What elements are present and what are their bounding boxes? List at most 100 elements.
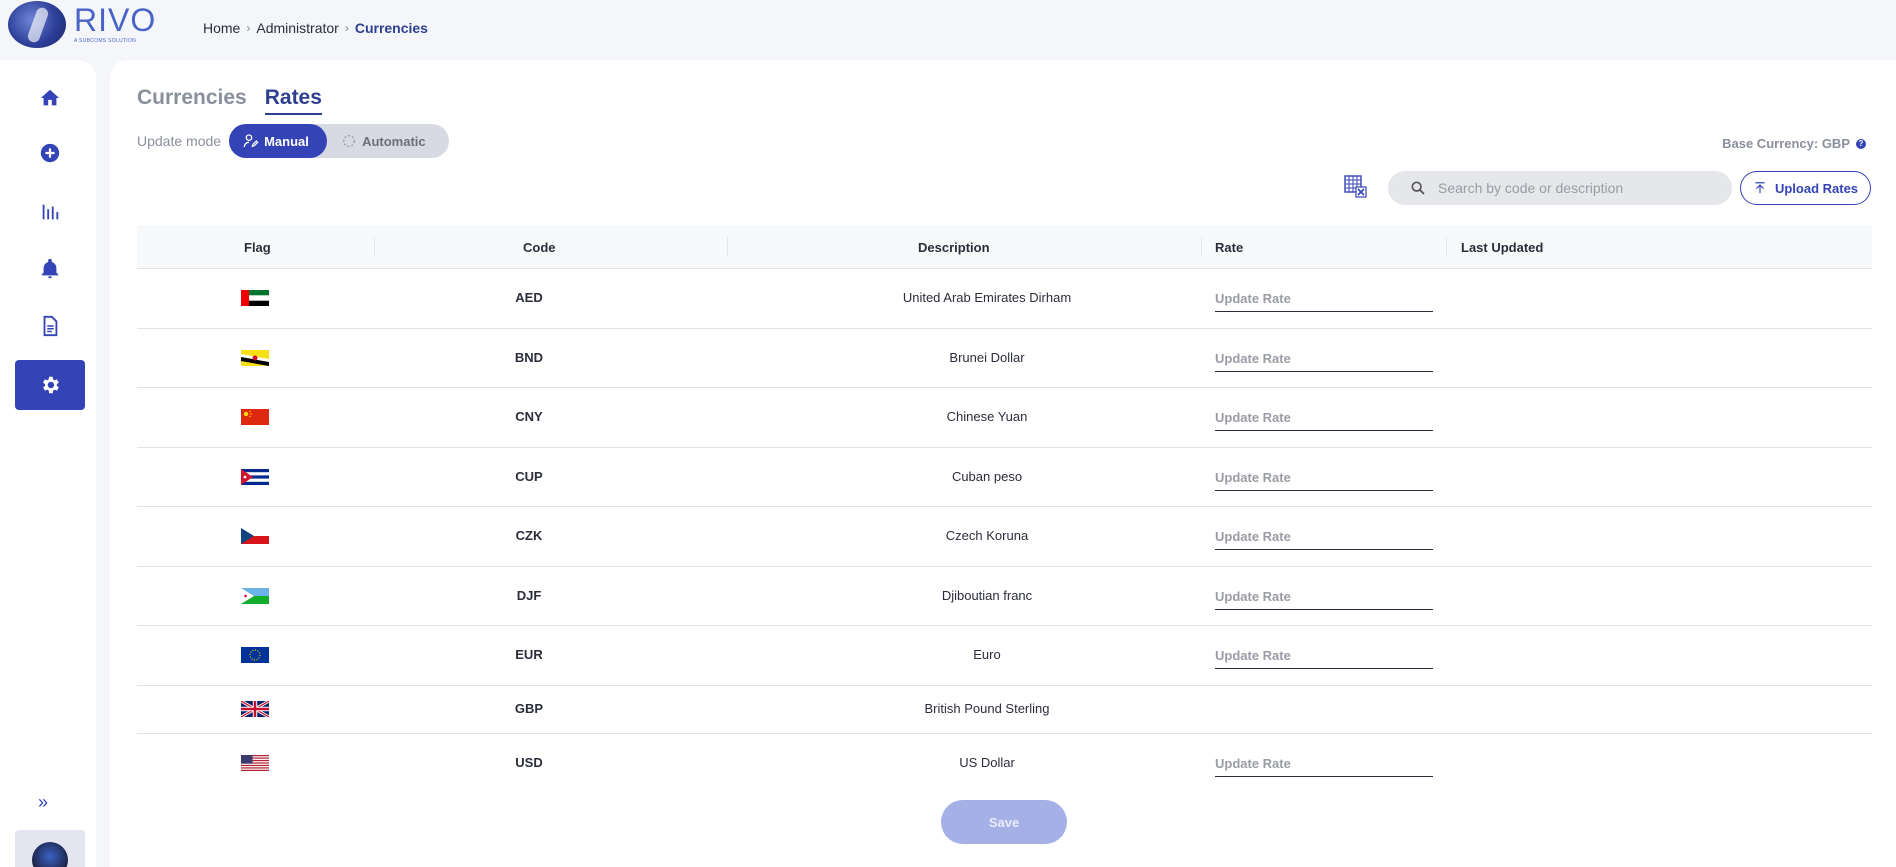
search-input[interactable] (1438, 180, 1698, 196)
help-icon[interactable]: ? (1856, 138, 1866, 149)
excel-export-icon[interactable] (1343, 174, 1367, 198)
rates-table: Flag Code Description Rate Last Updated … (137, 225, 1872, 793)
breadcrumb-home[interactable]: Home (203, 20, 240, 36)
flag-ae-icon (241, 290, 269, 307)
table-row: EUR Euro (137, 626, 1872, 686)
breadcrumb-administrator[interactable]: Administrator (256, 20, 338, 36)
column-divider (1201, 237, 1202, 257)
chevron-right-icon: › (344, 21, 349, 35)
sidebar: » (0, 60, 96, 867)
column-header-flag: Flag (244, 240, 271, 255)
bell-icon (41, 258, 59, 279)
bar-chart-icon (42, 204, 59, 220)
flag-us-icon (241, 755, 269, 772)
currency-code: AED (515, 290, 543, 306)
breadcrumb: Home › Administrator › Currencies (203, 20, 428, 36)
rate-input[interactable] (1215, 751, 1433, 778)
column-header-description: Description (918, 240, 990, 255)
app-logo[interactable]: RIVO A SUBCOMS SOLUTION (8, 0, 158, 48)
logo-text: RIVO (74, 2, 157, 38)
currency-description: Chinese Yuan (946, 409, 1028, 425)
home-icon (40, 89, 60, 106)
flag-eu-icon (241, 647, 269, 664)
table-row: CZK Czech Koruna (137, 507, 1872, 567)
rate-input[interactable] (1215, 524, 1433, 551)
save-button[interactable]: Save (941, 800, 1067, 844)
upload-rates-label: Upload Rates (1774, 180, 1859, 196)
currency-code: CUP (515, 468, 543, 484)
table-row: CUP Cuban peso (137, 448, 1872, 507)
sidebar-item-notifications[interactable] (15, 244, 85, 294)
sidebar-item-documents[interactable] (15, 301, 85, 351)
currency-code: CNY (515, 409, 543, 425)
automatic-option-label: Automatic (362, 133, 426, 149)
currency-description: Cuban peso (951, 468, 1023, 484)
logo-mark (8, 0, 66, 48)
rate-input[interactable] (1215, 583, 1433, 610)
table-row: CNY Chinese Yuan (137, 388, 1872, 448)
base-currency: Base Currency: GBP ? (1722, 136, 1866, 151)
upload-icon (1755, 182, 1765, 194)
breadcrumb-current: Currencies (354, 20, 428, 36)
table-row: BND Brunei Dollar (137, 329, 1872, 388)
currency-code: BND (514, 349, 544, 365)
sidebar-item-add[interactable] (15, 128, 85, 178)
manual-option[interactable]: Manual (229, 124, 328, 158)
loading-icon (343, 135, 356, 147)
chevron-right-icon: › (246, 21, 251, 35)
table-header: Flag Code Description Rate Last Updated (137, 225, 1872, 269)
add-circle-icon (40, 143, 60, 163)
logo-subtitle: A SUBCOMS SOLUTION (74, 38, 137, 44)
currency-code: USD (515, 755, 543, 771)
update-mode-label: Update mode (137, 133, 222, 149)
flag-cz-icon (241, 528, 269, 545)
currency-description: United Arab Emirates Dirham (902, 290, 1072, 306)
flag-cu-icon (241, 468, 269, 485)
flag-cn-icon (241, 409, 269, 426)
rate-input[interactable] (1215, 405, 1433, 432)
sidebar-item-reports[interactable] (15, 187, 85, 237)
tab-currencies[interactable]: Currencies (137, 86, 247, 115)
column-header-rate: Rate (1215, 240, 1244, 255)
double-chevron-right-icon[interactable]: » (38, 792, 48, 813)
rate-input[interactable] (1215, 286, 1433, 313)
rate-input[interactable] (1215, 345, 1433, 372)
currency-description: US Dollar (959, 755, 1015, 771)
table-row: DJF Djiboutian franc (137, 567, 1872, 626)
tab-bar: Currencies Rates (137, 86, 322, 115)
avatar (32, 842, 68, 867)
automatic-option[interactable]: Automatic (327, 124, 440, 158)
tab-rates[interactable]: Rates (264, 86, 322, 115)
rate-input[interactable] (1215, 464, 1433, 491)
currency-description: Brunei Dollar (949, 349, 1025, 365)
manual-option-label: Manual (264, 133, 309, 149)
currency-description: British Pound Sterling (924, 701, 1050, 716)
column-divider (374, 237, 375, 257)
sidebar-item-home[interactable] (15, 73, 85, 123)
column-header-code: Code (523, 240, 556, 255)
upload-rates-button[interactable]: Upload Rates (1740, 171, 1871, 205)
currency-code: EUR (515, 647, 543, 663)
column-header-last-updated: Last Updated (1461, 240, 1544, 255)
table-row: GBP British Pound Sterling (137, 686, 1872, 734)
currency-code: DJF (516, 587, 542, 603)
column-divider (1446, 237, 1447, 257)
document-icon (43, 315, 58, 337)
user-edit-icon (243, 134, 259, 148)
sidebar-item-settings[interactable] (15, 360, 85, 410)
flag-bn-icon (241, 349, 269, 366)
main-panel: Currencies Rates Update mode Manual Auto… (110, 60, 1896, 867)
currency-description: Djiboutian franc (941, 587, 1033, 603)
flag-dj-icon (241, 587, 269, 604)
update-mode: Update mode Manual Automatic (137, 124, 450, 158)
flag-gb-icon (241, 701, 269, 717)
currency-description: Euro (973, 647, 1001, 663)
rate-input[interactable] (1215, 643, 1433, 670)
update-mode-toggle[interactable]: Manual Automatic (229, 124, 450, 158)
gear-icon (43, 376, 59, 394)
currency-code: GBP (514, 701, 544, 716)
currency-code: CZK (515, 528, 543, 544)
user-menu[interactable] (15, 830, 85, 867)
table-row: AED United Arab Emirates Dirham (137, 269, 1872, 329)
search-icon (1411, 181, 1425, 195)
